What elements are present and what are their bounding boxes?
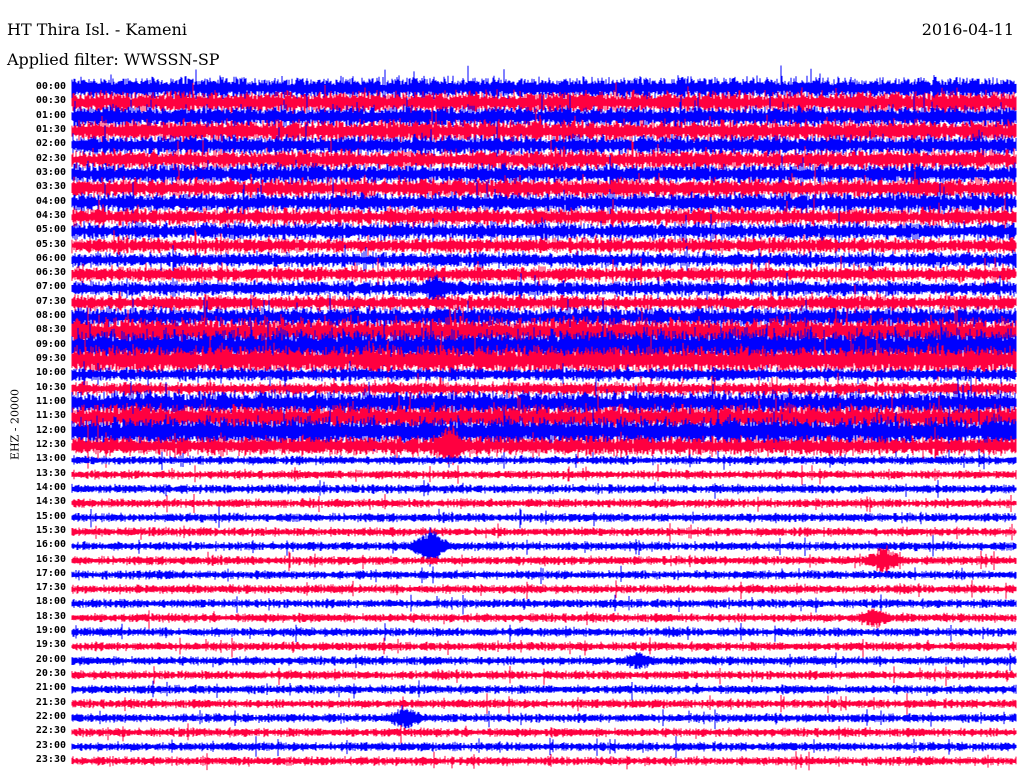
trace-row-2300: [71, 736, 1017, 758]
trace-row-1830: [71, 608, 1017, 629]
trace-row-2330: [71, 751, 1017, 771]
trace-row-2000: [71, 652, 1017, 671]
helicorder-plot: [71, 65, 1017, 771]
trace-row-1500: [71, 506, 1017, 529]
trace-row-1730: [71, 580, 1017, 600]
trace-row-1400: [71, 480, 1017, 499]
trace-row-2030: [71, 666, 1017, 687]
trace-row-2230: [71, 723, 1017, 744]
trace-row-2130: [71, 693, 1017, 715]
trace-row-1530: [71, 523, 1017, 542]
trace-row-1430: [71, 494, 1017, 513]
trace-row-1330: [71, 464, 1017, 485]
trace-row-1930: [71, 637, 1017, 658]
trace-row-1700: [71, 565, 1017, 584]
